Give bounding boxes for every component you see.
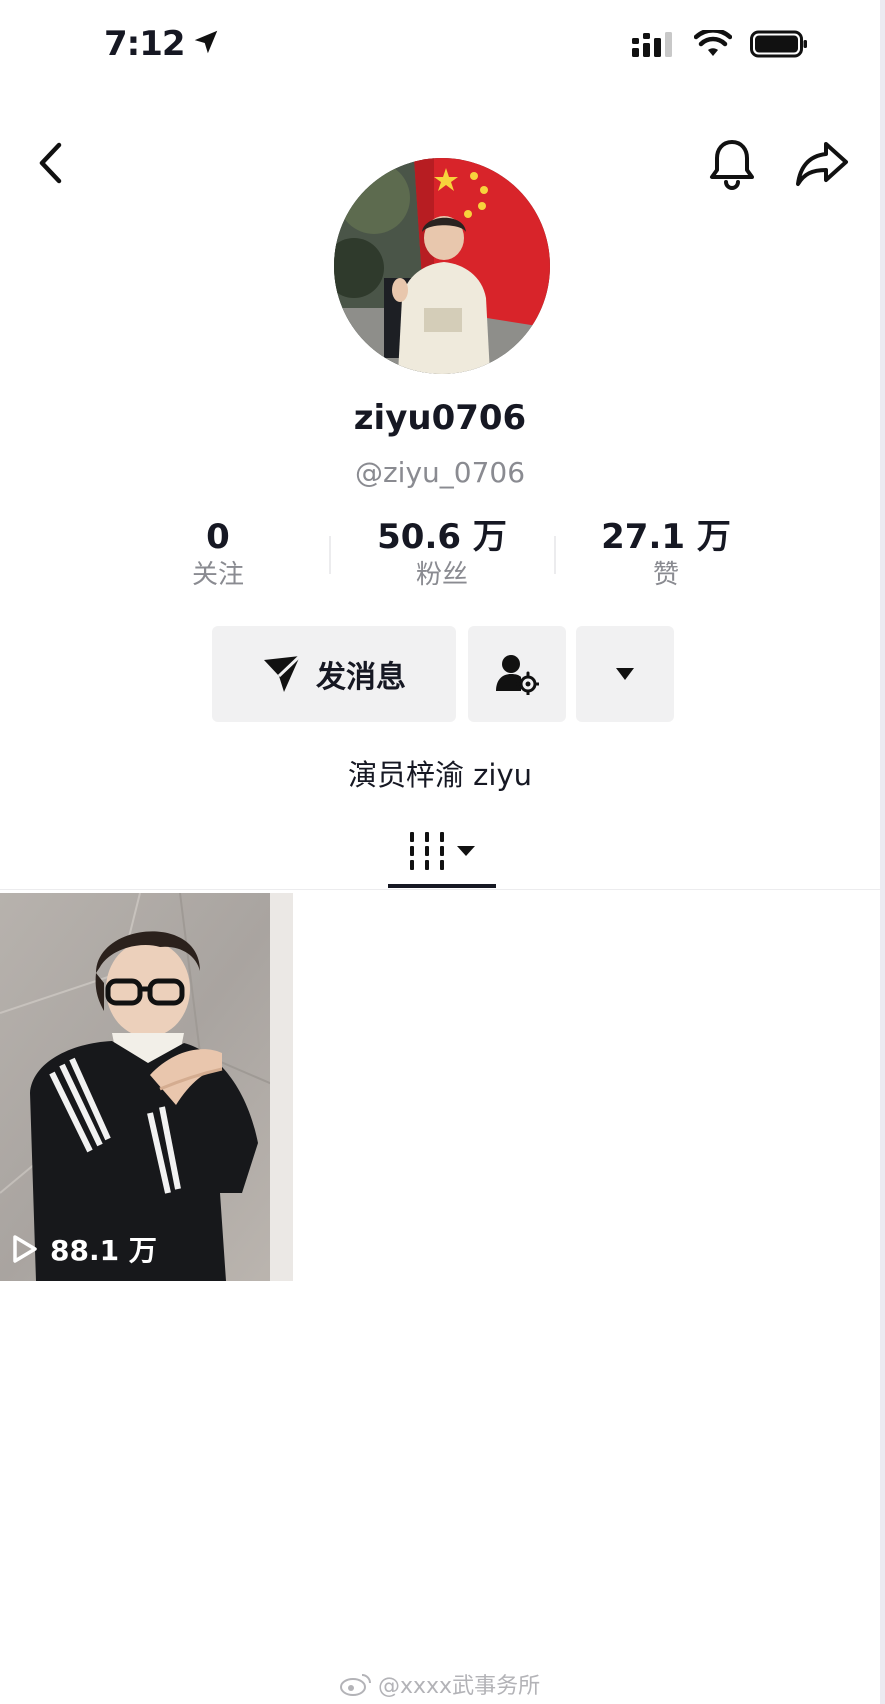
video-thumbnail[interactable]: 88.1 万 (0, 893, 293, 1281)
caret-down-icon (457, 846, 475, 856)
status-bar-time: 7:12 (104, 24, 221, 64)
cellular-signal-icon (632, 30, 676, 62)
status-time: 7:12 (104, 24, 186, 64)
video-grid-icon (410, 832, 444, 870)
location-arrow-icon (191, 27, 221, 61)
chevron-left-icon (39, 142, 62, 184)
screen-edge (880, 0, 885, 1704)
video-views-text: 88.1 万 (50, 1234, 157, 1267)
profile-avatar[interactable] (334, 158, 550, 374)
tab-videos[interactable] (388, 816, 496, 886)
user-settings-icon (496, 655, 539, 695)
more-options-button[interactable] (576, 626, 674, 722)
avatar-photo (334, 158, 550, 374)
caret-down-icon (616, 668, 634, 680)
profile-handle[interactable]: @ziyu_0706 (0, 456, 880, 489)
friend-settings-button[interactable] (468, 626, 566, 722)
stat-following-label: 关注 (191, 560, 244, 590)
stat-followers-value: 50.6 万 (377, 517, 507, 557)
notification-bell-button[interactable] (706, 136, 758, 190)
share-arrow-icon (796, 142, 848, 186)
back-button[interactable] (30, 140, 70, 186)
watermark-text: @xxxx武事务所 (378, 1674, 541, 1699)
send-message-label: 发消息 (316, 660, 406, 695)
stat-following[interactable]: 0 关注 (108, 516, 328, 592)
stat-followers-label: 粉丝 (415, 560, 468, 590)
wifi-icon (693, 28, 733, 62)
status-icons (632, 28, 808, 62)
share-button[interactable] (794, 136, 850, 190)
tab-active-indicator (388, 884, 496, 888)
profile-username: ziyu0706 (353, 398, 527, 438)
send-message-button[interactable]: 发消息 (212, 626, 456, 722)
stat-followers[interactable]: 50.6 万 粉丝 (332, 516, 552, 592)
video-view-count: 88.1 万 (12, 1229, 157, 1269)
profile-page: 7:12 ziyu0706 @ziyu_0706 0 关注 50.6 万 粉丝 … (0, 0, 880, 1704)
stat-likes[interactable]: 27.1 万 赞 (556, 516, 776, 592)
stat-divider (329, 536, 331, 574)
bell-icon (710, 140, 754, 190)
profile-bio: 演员梓渝 ziyu (347, 758, 533, 792)
watermark: @xxxx武事务所 (340, 1668, 540, 1700)
stat-likes-label: 赞 (652, 560, 679, 590)
weibo-logo-icon (340, 1674, 371, 1696)
stat-likes-value: 27.1 万 (601, 517, 731, 557)
tab-divider (0, 889, 880, 890)
send-icon (264, 654, 302, 692)
play-icon (13, 1235, 37, 1263)
video-cover-image (0, 893, 293, 1281)
battery-icon (750, 30, 808, 62)
stat-following-value: 0 (206, 517, 230, 557)
